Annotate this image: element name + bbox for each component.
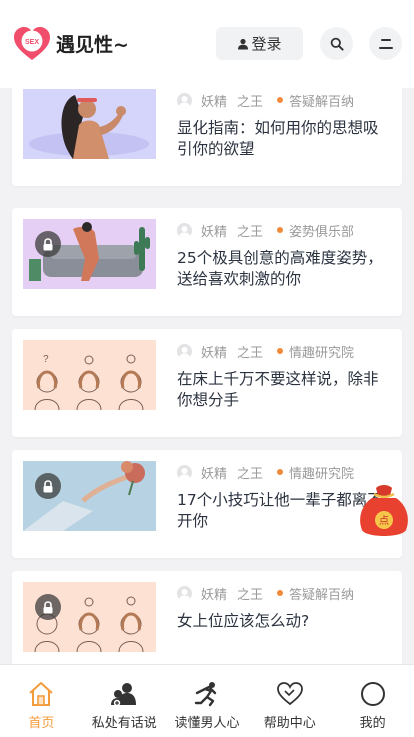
author-name: 妖精: [201, 587, 228, 603]
tab-label: 首页: [28, 716, 55, 731]
author-name: 妖精: [201, 224, 228, 240]
tab-understand-men[interactable]: 读懂男人心: [166, 665, 249, 737]
article-category[interactable]: 姿势俱乐部: [289, 221, 354, 240]
tab-home[interactable]: 首页: [0, 665, 83, 737]
author-name-suffix: 之王: [237, 587, 264, 603]
category-dot: [277, 97, 284, 103]
author-avatar-icon: [177, 343, 192, 359]
search-button[interactable]: [320, 27, 353, 60]
author-name-suffix: 之王: [237, 466, 264, 482]
author-avatar-icon: [177, 585, 192, 601]
author-avatar-icon: [177, 92, 192, 108]
article-card[interactable]: 妖精 之王 姿势俱乐部 25个极具创意的高难度姿势，送给喜欢刺激的你: [12, 208, 402, 316]
author-name: 妖精: [201, 345, 228, 361]
category-dot: [277, 469, 284, 475]
article-category[interactable]: 情趣研究院: [289, 463, 354, 482]
category-dot: [277, 348, 284, 354]
svg-text:?: ?: [43, 354, 49, 365]
profile-circle-icon: [360, 682, 385, 706]
home-icon: [29, 682, 54, 706]
logo-text: SEX: [25, 39, 39, 46]
users-icon: [111, 683, 137, 707]
author-name-suffix: 之王: [237, 224, 264, 240]
article-card[interactable]: ? 妖精 之王 情趣研究院 在床上千万不要这样说，除非你想分手: [12, 329, 402, 437]
article-title[interactable]: 女上位应该怎么动?: [177, 611, 385, 632]
article-meta: 妖精 之王 情趣研究院: [177, 342, 354, 361]
article-meta: 妖精 之王 答疑解百纳: [177, 584, 354, 603]
login-button[interactable]: 登录: [216, 27, 303, 60]
logo-icon: SEX: [14, 27, 50, 60]
red-envelope-label: 点: [379, 515, 389, 527]
lock-icon: [35, 231, 61, 257]
author-name-suffix: 之王: [237, 94, 264, 110]
red-envelope-icon[interactable]: 点: [358, 484, 410, 540]
lock-icon: [35, 594, 61, 620]
category-dot: [277, 590, 284, 596]
author-name: 妖精: [201, 94, 228, 110]
heart-icon: [276, 682, 303, 706]
tab-help-center[interactable]: 帮助中心: [248, 665, 331, 737]
article-title[interactable]: 25个极具创意的高难度姿势，送给喜欢刺激的你: [177, 248, 385, 290]
article-title[interactable]: 显化指南：如何用你的思想吸引你的欲望: [177, 118, 385, 160]
user-icon: [238, 38, 249, 49]
article-thumbnail: [23, 582, 156, 652]
article-thumbnail: [23, 219, 156, 289]
search-icon: [330, 37, 344, 51]
lock-icon: [35, 473, 61, 499]
menu-button[interactable]: [369, 27, 402, 60]
article-category[interactable]: 答疑解百纳: [289, 584, 354, 603]
article-meta: 妖精 之王 答疑解百纳: [177, 91, 354, 110]
article-card[interactable]: 妖精 之王 答疑解百纳 女上位应该怎么动?: [12, 571, 402, 664]
tab-label: 私处有话说: [91, 716, 157, 731]
article-card[interactable]: 妖精 之王 答疑解百纳 显化指南：如何用你的思想吸引你的欲望: [12, 88, 402, 186]
brand-name: 遇见性~: [56, 34, 129, 56]
article-thumbnail: [23, 89, 156, 159]
runner-icon: [194, 682, 217, 707]
article-title[interactable]: 在床上千万不要这样说，除非你想分手: [177, 369, 385, 411]
tab-profile[interactable]: 我的: [331, 665, 414, 737]
author-avatar-icon: [177, 222, 192, 238]
tab-label: 我的: [359, 716, 386, 731]
category-dot: [277, 227, 284, 233]
article-card[interactable]: 妖精 之王 情趣研究院 17个小技巧让他一辈子都离不开你: [12, 450, 402, 558]
login-label: 登录: [251, 35, 282, 53]
article-thumbnail: ?: [23, 340, 156, 410]
article-category[interactable]: 答疑解百纳: [289, 91, 354, 110]
article-title[interactable]: 17个小技巧让他一辈子都离不开你: [177, 490, 385, 532]
menu-icon: [378, 38, 393, 49]
article-list: 妖精 之王 答疑解百纳 显化指南：如何用你的思想吸引你的欲望 妖精 之王 姿势俱…: [0, 88, 414, 664]
author-avatar-icon: [177, 464, 192, 480]
article-thumbnail: [23, 461, 156, 531]
tab-label: 读懂男人心: [174, 716, 240, 731]
top-bar: SEX 遇见性~ 登录: [0, 0, 414, 88]
article-meta: 妖精 之王 情趣研究院: [177, 463, 354, 482]
article-meta: 妖精 之王 姿势俱乐部: [177, 221, 354, 240]
tab-private-talk[interactable]: 私处有话说: [83, 665, 166, 737]
article-category[interactable]: 情趣研究院: [289, 342, 354, 361]
tab-label: 帮助中心: [263, 716, 316, 731]
author-name-suffix: 之王: [237, 345, 264, 361]
author-name: 妖精: [201, 466, 228, 482]
bottom-tab-bar: 首页 私处有话说 读懂男人心 帮助中心 我的: [0, 664, 414, 737]
